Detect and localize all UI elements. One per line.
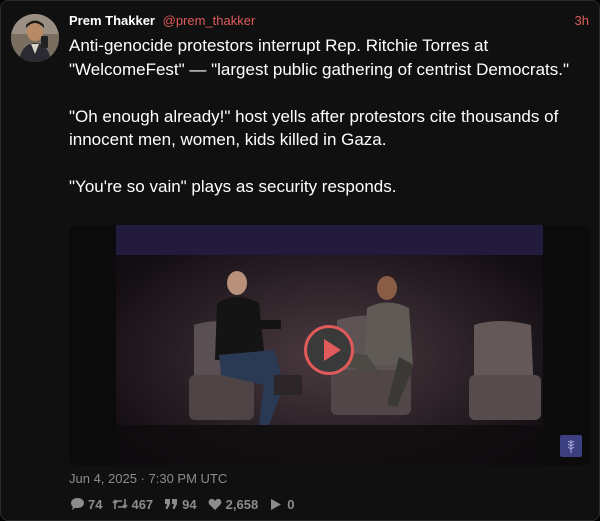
post-date[interactable]: Jun 4, 2025 · 7:30 PM UTC [69, 471, 227, 486]
wheat-icon [567, 440, 575, 453]
like-button[interactable]: 2,658 [207, 496, 259, 512]
post-card: Prem Thakker @prem_thakker 3h Anti-genoc… [0, 0, 600, 521]
watermark-logo-icon [560, 435, 582, 457]
retweet-icon [112, 496, 129, 512]
repost-count: 467 [131, 496, 154, 512]
post-paragraph: "Oh enough already!" host yells after pr… [69, 106, 559, 150]
post-timestamp[interactable]: 3h [575, 13, 589, 28]
reply-button[interactable]: 74 [69, 496, 102, 512]
video-play-button[interactable] [304, 325, 354, 375]
heart-icon [207, 496, 223, 512]
post-paragraph: Anti-genocide protestors interrupt Rep. … [69, 36, 570, 79]
quote-count: 94 [182, 496, 197, 512]
author-name[interactable]: Prem Thakker [69, 13, 155, 28]
speech-bubble-icon [69, 496, 85, 512]
repost-button[interactable]: 467 [112, 496, 153, 512]
avatar-photo [11, 14, 59, 62]
post-header: Prem Thakker @prem_thakker [69, 13, 255, 29]
author-handle[interactable]: @prem_thakker [163, 13, 256, 28]
post-paragraph: "You're so vain" plays as security respo… [69, 177, 397, 196]
quote-icon [163, 496, 179, 512]
author-avatar[interactable] [11, 14, 59, 62]
play-icon [268, 496, 284, 512]
reply-count: 74 [88, 496, 103, 512]
video-player[interactable] [69, 225, 590, 465]
quote-button[interactable]: 94 [163, 496, 197, 512]
views-count: 0 [287, 496, 295, 512]
post-stats-bar: 74 467 94 2,658 0 [69, 495, 304, 513]
post-text: Anti-genocide protestors interrupt Rep. … [69, 34, 594, 199]
views-button[interactable]: 0 [268, 496, 294, 512]
like-count: 2,658 [225, 496, 259, 512]
